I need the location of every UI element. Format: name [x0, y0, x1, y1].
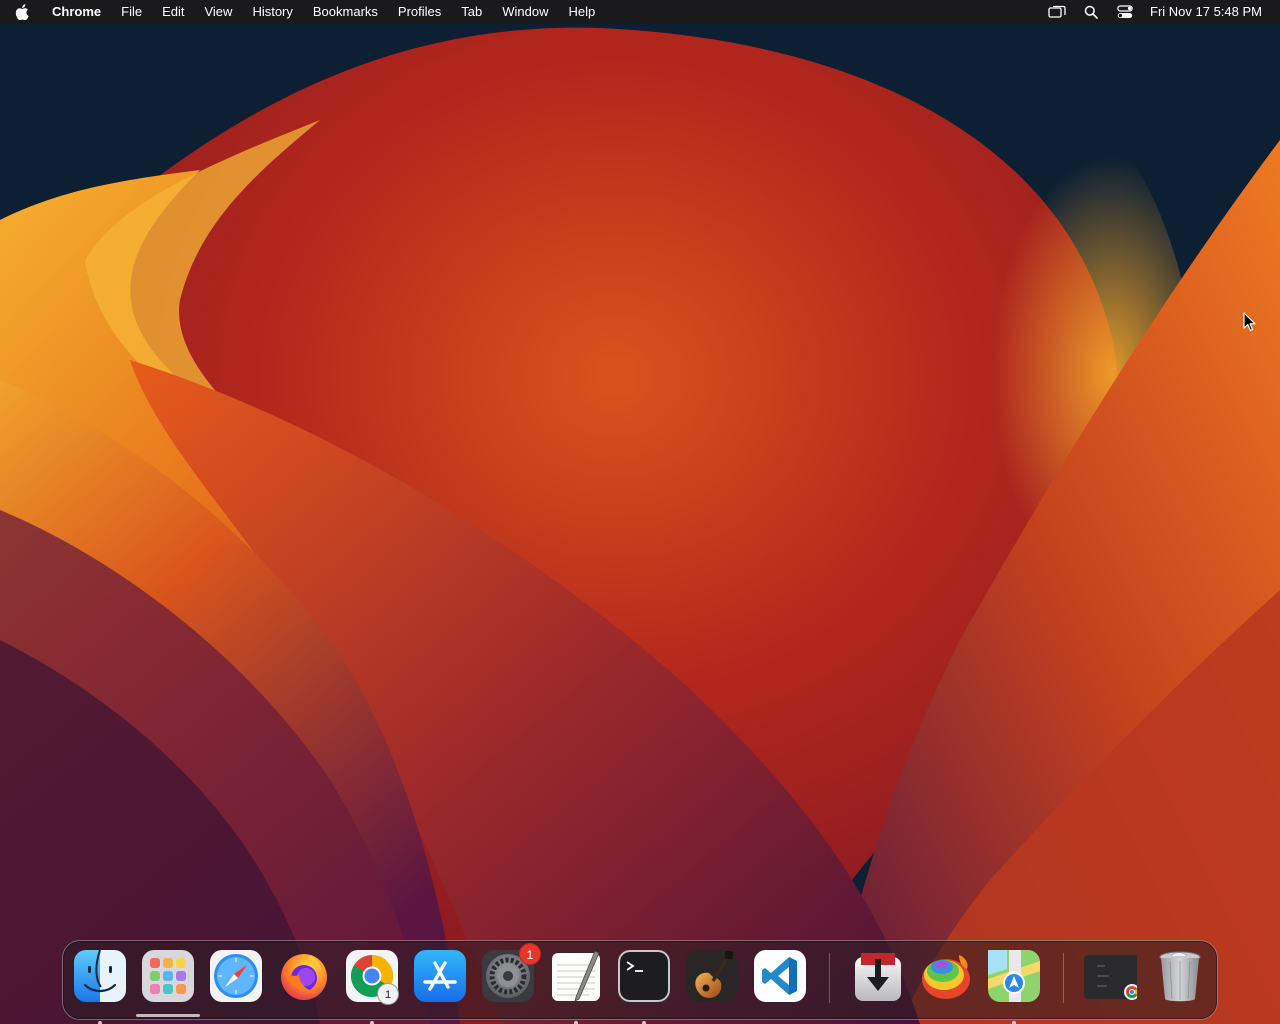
download-icon	[855, 953, 901, 1001]
finder-icon	[74, 949, 126, 1002]
vscode-icon	[754, 950, 806, 1002]
menu-view[interactable]: View	[194, 0, 242, 24]
menu-help[interactable]: Help	[559, 0, 606, 24]
apple-logo-icon	[15, 4, 29, 20]
menu-edit[interactable]: Edit	[152, 0, 194, 24]
firefox-icon	[281, 954, 327, 1000]
dock-separator	[1063, 953, 1064, 1003]
menu-bar-left: Chrome File Edit View History Bookmarks …	[0, 0, 605, 24]
launchpad-icon	[142, 950, 194, 1002]
menu-bar: Chrome File Edit View History Bookmarks …	[0, 0, 1280, 24]
dock-app-finder[interactable]	[73, 949, 127, 1024]
notification-badge: 1	[519, 943, 541, 965]
candy-icon	[922, 955, 970, 999]
dock-separator	[829, 953, 830, 1003]
menu-tab[interactable]: Tab	[451, 0, 492, 24]
safari-icon	[210, 950, 262, 1002]
dock-app-app-store[interactable]	[413, 949, 467, 1003]
menu-bar-clock[interactable]: Fri Nov 17 5:48 PM	[1142, 0, 1280, 24]
chrome-window-count-badge: 1	[377, 983, 399, 1005]
dock-app-system-settings[interactable]: 1	[481, 943, 541, 1003]
maps-icon	[988, 950, 1040, 1002]
chrome-window-thumbnail-icon	[1084, 955, 1137, 1000]
menu-window[interactable]: Window	[492, 0, 558, 24]
dock-app-garageband[interactable]	[685, 949, 739, 1003]
terminal-icon	[618, 950, 670, 1002]
menu-profiles[interactable]: Profiles	[388, 0, 451, 24]
dock-app-candy-game[interactable]	[919, 949, 973, 1003]
launchpad-underline	[136, 1014, 200, 1017]
spotlight-search-icon[interactable]	[1074, 0, 1108, 24]
dock-app-firefox[interactable]	[277, 949, 331, 1003]
dock-app-textedit[interactable]	[549, 949, 603, 1024]
menu-history[interactable]: History	[242, 0, 302, 24]
textedit-icon	[552, 950, 600, 1002]
dock-app-trash[interactable]	[1153, 949, 1207, 1003]
desktop-wallpaper	[0, 0, 1280, 1024]
menu-bookmarks[interactable]: Bookmarks	[303, 0, 388, 24]
apple-menu-icon[interactable]	[0, 0, 44, 24]
dock-app-chrome[interactable]: 1	[345, 949, 399, 1024]
dock-app-maps[interactable]	[987, 949, 1041, 1024]
trash-icon	[1159, 951, 1201, 1002]
dock-app-vscode[interactable]	[753, 949, 807, 1003]
dock-app-terminal[interactable]	[617, 949, 671, 1024]
dock: 1 1	[62, 940, 1218, 1024]
dock-app-downloader[interactable]	[851, 949, 905, 1003]
dock-app-launchpad[interactable]	[141, 949, 195, 1003]
mouse-pointer-icon	[1243, 312, 1256, 332]
dock-app-safari[interactable]	[209, 949, 263, 1003]
app-store-icon	[414, 950, 466, 1002]
menu-file[interactable]: File	[111, 0, 152, 24]
garageband-icon	[686, 950, 738, 1002]
menu-app-name[interactable]: Chrome	[44, 0, 111, 24]
dock-minimized-window[interactable]	[1083, 949, 1137, 1003]
screen-mirroring-icon[interactable]	[1040, 0, 1074, 24]
control-center-icon[interactable]	[1108, 0, 1142, 24]
menu-bar-right: Fri Nov 17 5:48 PM	[1040, 0, 1280, 24]
